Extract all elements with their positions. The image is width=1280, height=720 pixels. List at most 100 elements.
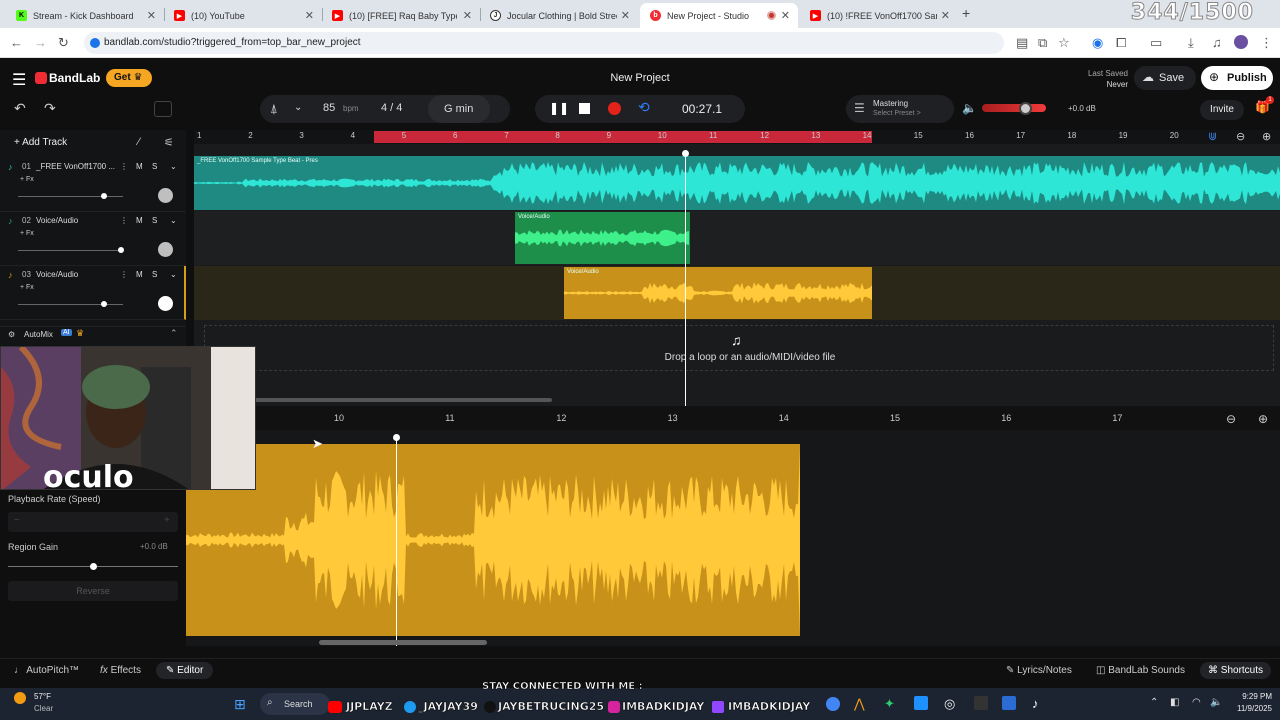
horizontal-scrollbar[interactable] bbox=[254, 398, 552, 402]
network-icon[interactable]: ◧ bbox=[1170, 697, 1179, 708]
solo-button[interactable]: S bbox=[152, 162, 157, 171]
loop-icon[interactable]: ⟲ bbox=[638, 99, 650, 116]
back-icon[interactable]: ← bbox=[10, 35, 23, 50]
extensions-puzzle-icon[interactable]: ⧠ bbox=[1116, 35, 1126, 51]
track-name[interactable]: Voice/Audio bbox=[36, 270, 78, 279]
close-icon[interactable]: ✕ bbox=[621, 9, 630, 22]
pan-knob[interactable] bbox=[158, 188, 173, 203]
sidepanel-icon[interactable]: ▭ bbox=[1150, 35, 1162, 51]
media-icon[interactable]: ♫ bbox=[1212, 35, 1222, 50]
app-icon[interactable]: ◎ bbox=[944, 696, 955, 712]
speaker-mute-icon[interactable]: 🔈 bbox=[962, 101, 977, 115]
editor-scrollbar[interactable] bbox=[319, 640, 487, 645]
track-options-icon[interactable]: ⋮ bbox=[120, 216, 128, 225]
taskbar-search[interactable]: ⌕ Search bbox=[260, 693, 330, 715]
bandlab-sounds-button[interactable]: ◫ BandLab Sounds bbox=[1096, 665, 1185, 676]
zoom-out-icon[interactable]: ⊖ bbox=[1226, 412, 1236, 426]
url-field[interactable]: bandlab.com/studio?triggered_from=top_ba… bbox=[84, 32, 1004, 54]
close-icon[interactable]: ✕ bbox=[463, 9, 472, 22]
arrangement-view[interactable]: _FREE VonOff1700 Sample Type Beat - Pres… bbox=[194, 144, 1280, 406]
app-icon[interactable] bbox=[914, 696, 928, 710]
track-volume-knob[interactable] bbox=[117, 247, 124, 253]
magnet-snap-icon[interactable]: ⋓ bbox=[1208, 130, 1217, 143]
track-volume-slider[interactable] bbox=[18, 196, 123, 197]
track-options-icon[interactable]: ⋮ bbox=[120, 270, 128, 279]
get-membership-button[interactable]: Get ♛ bbox=[106, 69, 152, 87]
publish-button[interactable]: ⊕ Publish bbox=[1201, 66, 1273, 90]
mixer-icon[interactable]: ⚟ bbox=[164, 136, 174, 149]
mute-button[interactable]: M bbox=[136, 162, 143, 171]
chevron-down-icon[interactable]: ⌄ bbox=[170, 162, 177, 171]
record-icon[interactable] bbox=[608, 102, 621, 115]
track-lane[interactable]: _FREE VonOff1700 Sample Type Beat - Pres bbox=[194, 156, 1280, 210]
pause-icon[interactable]: ❚❚ bbox=[549, 101, 569, 115]
playhead[interactable] bbox=[685, 152, 686, 406]
volume-icon[interactable]: 🔈 bbox=[1210, 697, 1222, 708]
region-gain-knob[interactable] bbox=[90, 563, 97, 570]
track-volume-slider[interactable] bbox=[18, 250, 123, 251]
hamburger-menu-icon[interactable]: ☰ bbox=[12, 70, 26, 90]
zoom-in-icon[interactable]: ⊕ bbox=[1258, 412, 1268, 426]
shortcuts-button[interactable]: ⌘ Shortcuts bbox=[1200, 662, 1272, 679]
track-lane[interactable]: Voice/Audio bbox=[194, 266, 1280, 320]
metronome-icon[interactable]: ⍋ bbox=[270, 101, 278, 117]
download-icon[interactable]: ⤓ bbox=[1188, 35, 1194, 51]
chevron-up-icon[interactable]: ⌃ bbox=[170, 328, 178, 339]
app-icon[interactable]: ✦ bbox=[884, 696, 895, 712]
grid-toggle-icon[interactable] bbox=[154, 101, 172, 117]
add-track-button[interactable]: + Add Track bbox=[14, 137, 67, 148]
zoom-in-icon[interactable]: ⊕ bbox=[1262, 130, 1271, 143]
tab-search-icon[interactable]: ▤ bbox=[1016, 35, 1028, 51]
track-name[interactable]: _FREE VonOff1700 ... bbox=[36, 162, 115, 171]
track-volume-knob[interactable] bbox=[101, 301, 108, 307]
track-lane[interactable]: Voice/Audio bbox=[194, 211, 1280, 265]
close-icon[interactable]: ✕ bbox=[305, 9, 314, 22]
profile-avatar[interactable] bbox=[1234, 35, 1248, 49]
chevron-down-icon[interactable]: ⌄ bbox=[170, 216, 177, 225]
track-name[interactable]: Voice/Audio bbox=[36, 216, 78, 225]
browser-tab-active[interactable]: b New Project - Studio ✕ bbox=[640, 3, 798, 28]
menu-kebab-icon[interactable]: ⋮ bbox=[1260, 35, 1273, 51]
audio-region[interactable] bbox=[186, 444, 800, 636]
playback-rate-stepper[interactable]: − + bbox=[8, 512, 178, 532]
browser-tab[interactable]: K Stream - Kick Dashboard ✕ bbox=[6, 3, 164, 28]
audio-clip[interactable]: _FREE VonOff1700 Sample Type Beat - Pres bbox=[194, 156, 1280, 210]
close-icon[interactable]: ✕ bbox=[941, 9, 950, 22]
chevron-down-icon[interactable]: ⌄ bbox=[294, 102, 302, 113]
tiktok-icon[interactable]: ♪ bbox=[1032, 696, 1039, 711]
bookmark-star-icon[interactable]: ☆ bbox=[1058, 35, 1070, 51]
audio-clip[interactable]: Voice/Audio bbox=[564, 267, 872, 319]
editor-waveform-area[interactable] bbox=[186, 430, 1280, 646]
track-volume-knob[interactable] bbox=[101, 193, 108, 199]
pan-knob[interactable] bbox=[158, 242, 173, 257]
app-icon[interactable] bbox=[974, 696, 988, 710]
reverse-button[interactable]: Reverse bbox=[8, 581, 178, 601]
timeline-ruler[interactable]: 1 2 3 4 5 6 7 8 9 10 11 12 13 14 15 16 17 18 19 20 ⋓ ⊖ ⊕ bbox=[194, 130, 1280, 144]
editor-button[interactable]: ✎ Editor bbox=[156, 662, 214, 679]
browser-tab[interactable]: ▶ (10) YouTube ✕ bbox=[164, 3, 322, 28]
browser-tab[interactable]: ▶ (10) [FREE] Raq Baby Type Beat ✕ bbox=[322, 3, 480, 28]
wifi-icon[interactable]: ◠ bbox=[1192, 697, 1201, 708]
weather-icon[interactable] bbox=[14, 692, 26, 704]
close-icon[interactable]: ✕ bbox=[147, 9, 156, 22]
track-options-icon[interactable]: ⋮ bbox=[120, 162, 128, 171]
redo-icon[interactable]: ↷ bbox=[44, 100, 56, 117]
install-icon[interactable]: ⧉ bbox=[1038, 35, 1047, 51]
wand-icon[interactable]: ⁄ bbox=[138, 136, 140, 148]
bandlab-logo[interactable]: BandLab bbox=[49, 71, 100, 85]
bpm-value[interactable]: 85 bbox=[323, 102, 335, 114]
extension-icon[interactable]: ◉ bbox=[1092, 35, 1103, 51]
editor-ruler[interactable]: 10 11 12 13 14 15 16 17 ⊖ ⊕ bbox=[186, 406, 1280, 430]
pan-knob[interactable] bbox=[158, 296, 173, 311]
mute-button[interactable]: M bbox=[136, 270, 143, 279]
loop-region[interactable] bbox=[374, 131, 872, 143]
editor-playhead-handle[interactable] bbox=[393, 434, 400, 441]
drop-zone[interactable]: ♫ Drop a loop or an audio/MIDI/video fil… bbox=[204, 325, 1274, 371]
app-icon[interactable]: ⋀ bbox=[854, 696, 865, 712]
add-fx-button[interactable]: + Fx bbox=[20, 230, 34, 237]
browser-tab[interactable]: J Jocular Clothing | Bold Streetw ✕ bbox=[480, 3, 638, 28]
editor-playhead[interactable] bbox=[396, 436, 397, 646]
time-signature[interactable]: 4 / 4 bbox=[381, 102, 402, 114]
master-volume-slider[interactable] bbox=[982, 104, 1046, 112]
track-row[interactable]: ♪ 01 _FREE VonOff1700 ... ⋮ M S ⌄ + Fx bbox=[0, 158, 186, 212]
